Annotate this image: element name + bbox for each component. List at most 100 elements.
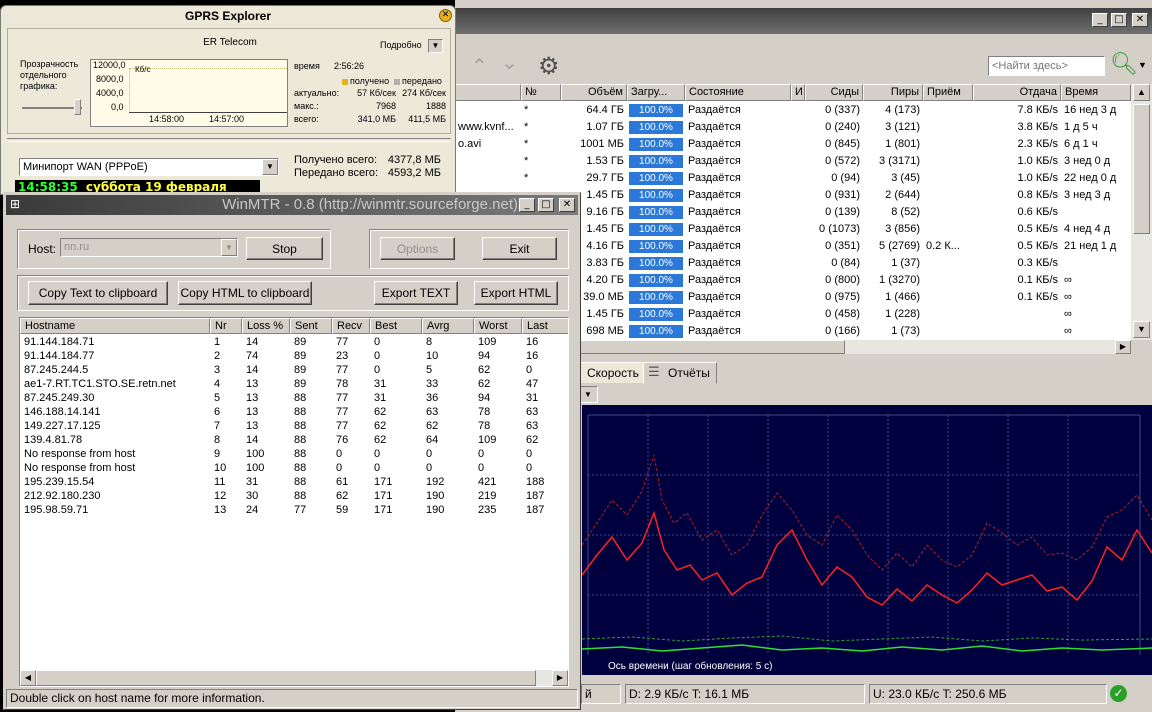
transparency-slider-thumb[interactable] [74,99,81,115]
torrent-row[interactable]: * 64.4 ГБ 100.0% Раздаётся 0 (337) 4 (173) 7.8… [455,102,1131,119]
trace-row[interactable]: 91.144.184.77 2 74 89 23 0 10 94 16 [20,349,568,363]
adapter-dropdown-icon[interactable]: ▼ [262,159,278,175]
close-icon[interactable]: ✕ [439,9,452,22]
search-input[interactable] [988,56,1105,76]
scroll-right-icon[interactable]: ▶ [552,670,568,686]
scroll-right-icon[interactable]: ▶ [1115,340,1131,354]
trace-column-header-1[interactable]: Nr [210,318,242,334]
trace-cell: 0 [374,448,381,460]
maximize-button[interactable]: □ [538,198,554,212]
search-icon[interactable]: 🔍︎ [1110,52,1138,77]
trace-cell: 91.144.184.77 [24,350,95,362]
trace-cell: 77 [336,364,349,376]
connection-ok-icon[interactable]: ✓ [1110,685,1127,702]
trace-cell: 2 [214,350,221,362]
trace-row[interactable]: 139.4.81.78 8 14 88 76 62 64 109 62 [20,433,568,447]
trace-cell: 62 [526,434,539,446]
column-header-7[interactable]: Приём [923,84,973,101]
search-dropdown-icon[interactable]: ▼ [1138,60,1147,70]
minimize-button[interactable]: _ [1092,13,1108,27]
torrent-cell-seeds: 0 (240) [825,121,860,133]
settings-gear-icon[interactable]: ⚙ [538,52,560,80]
torrent-vertical-scrollbar[interactable]: ▲ ▼ [1131,84,1152,340]
column-header-8[interactable]: Отдача [973,84,1061,101]
transparency-slider-track[interactable] [22,107,82,109]
torrent-row[interactable]: o.avi * 1001 МБ 100.0% Раздаётся 0 (845) 1 (80… [455,136,1131,153]
column-header-4[interactable]: И [791,84,805,101]
stop-button[interactable]: Stop [246,237,323,260]
torrent-cell-down [923,119,973,136]
trace-cell: 188 [526,476,545,488]
trace-hscroll-thumb[interactable] [36,670,536,686]
trace-column-header-0[interactable]: Hostname [20,318,210,334]
trace-row[interactable]: No response from host 9 100 88 0 0 0 0 0 [20,447,568,461]
close-button[interactable]: ✕ [1132,13,1148,27]
column-header-2[interactable]: Загру... [627,84,685,101]
minimize-button[interactable]: _ [519,198,535,212]
copy-text-button[interactable]: Copy Text to clipboard [28,281,168,305]
torrent-progress-bar: 100.0% [629,291,683,304]
trace-cell: 24 [246,504,259,516]
options-button-label: Options [396,241,439,256]
column-header-0[interactable]: № [521,84,561,101]
scroll-left-icon[interactable]: ◀ [20,670,36,686]
adapter-select[interactable]: Минипорт WAN (PPPoE) ▼ [19,158,279,176]
trace-column-header-3[interactable]: Sent [290,318,332,334]
torrent-cell-up: 0.5 КБ/s [1017,240,1058,252]
trace-cell: 13 [246,406,259,418]
trace-column-header-5[interactable]: Best [370,318,422,334]
torrent-row[interactable]: * 1.53 ГБ 100.0% Раздаётся 0 (572) 3 (3171) 1.… [455,153,1131,170]
utorrent-toolbar: ⌃ ⌄ ⚙ 🔍︎ ▼ [455,48,1152,84]
column-header-6[interactable]: Пиры [863,84,923,101]
scroll-thumb[interactable] [1133,104,1150,234]
move-down-icon[interactable]: ⌄ [501,50,518,75]
trace-cell: 171 [374,504,393,516]
torrent-cell-peers: 1 (37) [891,257,920,269]
torrent-progress-bar: 100.0% [629,223,683,236]
export-text-button[interactable]: Export TEXT [374,281,458,305]
trace-column-header-4[interactable]: Recv [332,318,370,334]
tab-speed[interactable]: Скорость [580,362,646,384]
export-html-button[interactable]: Export HTML [474,281,558,305]
trace-row[interactable]: 91.144.184.71 1 14 89 77 0 8 109 16 [20,335,568,349]
status-left-panel: й [581,684,621,704]
column-header-3[interactable]: Состояние [685,84,791,101]
trace-cell: 87.245.249.30 [24,392,95,404]
maximize-button[interactable]: □ [1111,13,1127,27]
trace-row[interactable]: ae1-7.RT.TC1.STO.SE.retn.net 4 13 89 78 31 33 6… [20,377,568,391]
trace-row[interactable]: 87.245.244.5 3 14 89 77 0 5 62 0 [20,363,568,377]
host-combobox[interactable]: nn.ru ▼ [60,238,238,257]
trace-cell: 16 [526,336,539,348]
host-dropdown-icon[interactable]: ▼ [221,239,237,256]
torrent-cell-eta: 4 нед 4 д [1064,223,1111,235]
column-header-1[interactable]: Объём [561,84,627,101]
trace-row[interactable]: 87.245.249.30 5 13 88 77 31 36 94 31 [20,391,568,405]
copy-html-button[interactable]: Copy HTML to clipboard [178,281,312,305]
trace-column-header-8[interactable]: Last [522,318,568,334]
torrent-row[interactable]: www.kvnf... * 1.07 ГБ 100.0% Раздаётся 0 (240… [455,119,1131,136]
trace-row[interactable]: 212.92.180.230 12 30 88 62 171 190 219 187 [20,489,568,503]
torrent-row[interactable]: * 29.7 ГБ 100.0% Раздаётся 0 (94) 3 (45) 1.0 К… [455,170,1131,187]
trace-row[interactable]: 195.239.15.54 11 31 88 61 171 192 421 188 [20,475,568,489]
scroll-up-icon[interactable]: ▲ [1133,84,1150,101]
tab-reports[interactable]: ☰ Отчёты [643,362,717,384]
trace-hscrollbar[interactable]: ◀ ▶ [20,670,568,686]
detail-dropdown[interactable]: ▼ [428,39,443,53]
mini-chart-grid [129,68,287,112]
move-up-icon[interactable]: ⌃ [471,54,488,79]
trace-row[interactable]: No response from host 10 100 88 0 0 0 0 0 [20,461,568,475]
trace-column-header-6[interactable]: Avrg [422,318,474,334]
trace-column-header-2[interactable]: Loss % [242,318,290,334]
column-header-9[interactable]: Время [1061,84,1131,101]
column-header-name[interactable] [455,84,521,101]
exit-button[interactable]: Exit [482,237,557,260]
options-button[interactable]: Options [380,237,455,260]
trace-column-header-7[interactable]: Worst [474,318,522,334]
trace-row[interactable]: 149.227.17.125 7 13 88 77 62 62 78 63 [20,419,568,433]
graph-select-dropdown[interactable]: ▼ [578,386,598,403]
trace-row[interactable]: 146.188.14.141 6 13 88 77 62 63 78 63 [20,405,568,419]
column-header-5[interactable]: Сиды [805,84,863,101]
scroll-down-icon[interactable]: ▼ [1133,321,1150,338]
close-button[interactable]: ✕ [559,198,575,212]
trace-row[interactable]: 195.98.59.71 13 24 77 59 171 190 235 187 [20,503,568,517]
